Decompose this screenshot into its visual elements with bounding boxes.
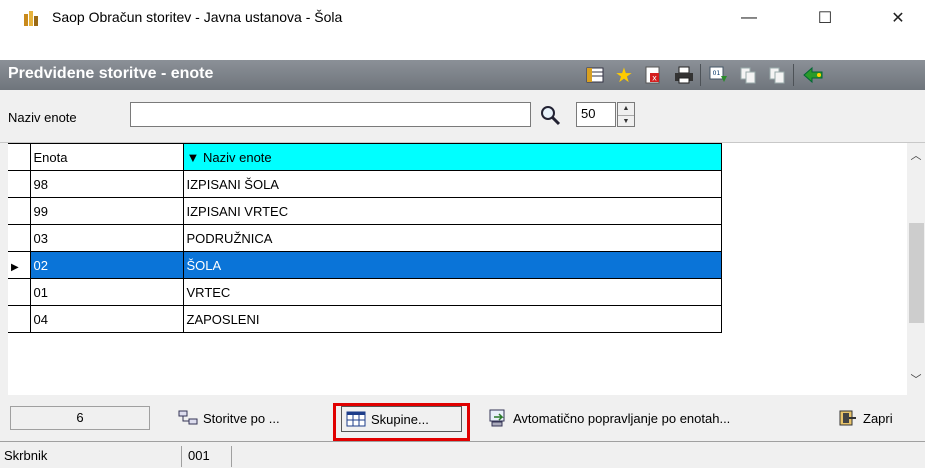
window-title: Saop Obračun storitev - Javna ustanova -… [52, 9, 343, 25]
grid-area: Enota ▼ Naziv enote 98 IZPISANI ŠOLA 99 … [0, 143, 925, 395]
naziv-enote-input[interactable] [130, 102, 531, 127]
avtomaticno-label: Avtomatično popravljanje po enotah... [513, 410, 731, 426]
spin-down-icon[interactable]: ▼ [618, 115, 634, 127]
exit-icon[interactable] [800, 62, 826, 88]
cell-naziv[interactable]: ZAPOSLENI [182, 305, 722, 333]
storitve-po-button[interactable]: Storitve po ... [174, 404, 284, 432]
app-icon [22, 9, 40, 27]
scrollbar-thumb[interactable] [909, 223, 924, 323]
column-header-naziv[interactable]: ▼ Naziv enote [182, 143, 722, 171]
row-indicator-header [8, 143, 31, 171]
export-icon[interactable]: 01 [706, 62, 732, 88]
print-icon[interactable] [671, 62, 697, 88]
status-code: 001 [184, 446, 232, 467]
data-grid: Enota ▼ Naziv enote 98 IZPISANI ŠOLA 99 … [8, 143, 907, 395]
cell-naziv[interactable]: IZPISANI VRTEC [182, 197, 722, 225]
columns-icon[interactable] [582, 62, 608, 88]
svg-text:x: x [652, 74, 657, 83]
table-row[interactable]: 98 IZPISANI ŠOLA [8, 170, 722, 198]
row-indicator [8, 197, 31, 225]
close-door-icon [838, 409, 858, 427]
highlight-box [333, 403, 470, 441]
form-header: Predvidene storitve - enote ★ x 01 [0, 60, 925, 90]
table-row[interactable]: 99 IZPISANI VRTEC [8, 197, 722, 225]
cell-enota[interactable]: 01 [29, 278, 184, 306]
cell-naziv[interactable]: ŠOLA [182, 251, 722, 279]
cell-naziv[interactable]: VRTEC [182, 278, 722, 306]
avtomaticno-popravljanje-button[interactable]: Avtomatično popravljanje po enotah... [484, 404, 734, 432]
status-user: Skrbnik [0, 446, 182, 467]
cell-enota[interactable]: 98 [29, 170, 184, 198]
search-icon[interactable] [537, 102, 563, 128]
sort-desc-icon: ▼ [186, 149, 200, 165]
cell-naziv[interactable]: IZPISANI ŠOLA [182, 170, 722, 198]
table-row[interactable]: 03 PODRUŽNICA [8, 224, 722, 252]
vertical-scrollbar[interactable]: ︿ ﹀ [907, 143, 925, 395]
column-header-enota[interactable]: Enota [29, 143, 184, 171]
table-row[interactable]: 04 ZAPOSLENI [8, 305, 722, 333]
spin-up-icon[interactable]: ▲ [618, 103, 634, 115]
row-limit-field[interactable]: 50 [576, 102, 616, 127]
copy-icon[interactable] [735, 62, 761, 88]
close-button[interactable]: ✕ [875, 0, 921, 36]
filter-bar: Naziv enote 50 ▲ ▼ [0, 90, 925, 143]
scroll-up-icon[interactable]: ︿ [907, 147, 925, 165]
status-bar: Skrbnik 001 [0, 441, 925, 468]
current-row-pointer-icon: ▶ [11, 261, 19, 273]
row-indicator [8, 278, 31, 306]
zapri-label: Zapri [863, 410, 893, 426]
star-icon[interactable]: ★ [611, 62, 637, 88]
row-indicator [8, 305, 31, 333]
row-limit-stepper[interactable]: ▲ ▼ [617, 102, 635, 127]
table-row[interactable]: 01 VRTEC [8, 278, 722, 306]
row-indicator [8, 224, 31, 252]
svg-text:01: 01 [713, 70, 721, 77]
status-empty [234, 446, 925, 467]
cell-naziv[interactable]: PODRUŽNICA [182, 224, 722, 252]
scroll-down-icon[interactable]: ﹀ [907, 371, 925, 389]
storitve-po-label: Storitve po ... [203, 410, 280, 426]
title-bar: Saop Obračun storitev - Javna ustanova -… [0, 0, 925, 36]
maximize-button[interactable]: ☐ [802, 0, 848, 36]
tree-icon [178, 409, 198, 427]
zapri-button[interactable]: Zapri [834, 404, 897, 432]
cell-enota[interactable]: 04 [29, 305, 184, 333]
delete-icon[interactable]: x [640, 62, 666, 88]
cell-enota[interactable]: 02 [29, 251, 184, 279]
filter-label: Naziv enote [8, 110, 77, 125]
cell-enota[interactable]: 99 [29, 197, 184, 225]
cell-enota[interactable]: 03 [29, 224, 184, 252]
record-count: 6 [10, 406, 150, 430]
form-title: Predvidene storitve - enote [8, 65, 214, 82]
row-indicator [8, 170, 31, 198]
auto-fix-icon [488, 409, 508, 427]
minimize-button[interactable]: — [726, 0, 772, 36]
column-header-naziv-label: Naziv enote [203, 149, 272, 165]
row-indicator: ▶ [8, 251, 31, 279]
table-row-selected[interactable]: ▶ 02 ŠOLA [8, 251, 722, 279]
paste-icon[interactable] [764, 62, 790, 88]
